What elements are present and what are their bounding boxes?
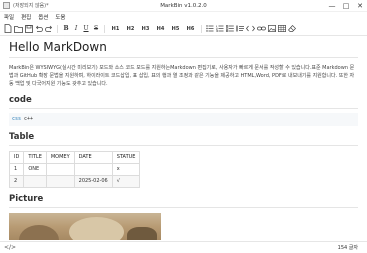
table-cell[interactable]	[23, 174, 47, 188]
column-header[interactable]: TITLE	[23, 150, 47, 164]
table-cell[interactable]: √	[111, 174, 141, 188]
link-icon[interactable]	[256, 23, 267, 34]
status-bar: </> 154 글자	[0, 241, 367, 253]
heading-5-button[interactable]: H5	[168, 23, 183, 34]
picture-heading: Picture	[9, 194, 358, 208]
unordered-list-icon[interactable]	[205, 23, 215, 34]
toolbar: B I U S H1 H2 H3 H4 H5 H6	[0, 22, 367, 36]
strikethrough-button[interactable]: S	[91, 23, 101, 34]
new-file-icon[interactable]	[3, 23, 13, 34]
document-title: (저장되지 않음)*	[13, 3, 49, 9]
source-mode-toggle[interactable]: </>	[4, 244, 16, 251]
table-icon[interactable]	[277, 23, 287, 34]
code-text: c++	[24, 116, 34, 123]
image-icon[interactable]	[267, 23, 277, 34]
document-heading: Hello MarkDown	[9, 40, 358, 58]
heading-1-button[interactable]: H1	[108, 23, 123, 34]
toolbar-divider	[104, 24, 105, 33]
picture-shape	[69, 216, 124, 240]
menu-options[interactable]: 옵션	[38, 13, 48, 21]
intro-paragraph: MarkBin은 WYSIWYG(실시간 미리보기) 모드와 소스 코드 모드를…	[9, 65, 355, 88]
column-header[interactable]: DATE	[73, 150, 113, 164]
title-bar: (저장되지 않음)* MarkBin v1.0.2.0 — □ ✕	[0, 0, 367, 12]
menu-file[interactable]: 파일	[4, 13, 14, 21]
table-cell[interactable]: 2	[8, 174, 25, 188]
minimize-button[interactable]: —	[325, 0, 339, 12]
undo-icon[interactable]	[34, 23, 44, 34]
window-title: MarkBin v1.0.2.0	[160, 2, 207, 9]
task-list-icon[interactable]	[225, 23, 235, 34]
menu-edit[interactable]: 편집	[21, 13, 31, 21]
column-header[interactable]: MOMEY	[45, 150, 75, 164]
heading-4-button[interactable]: H4	[153, 23, 168, 34]
eraser-icon[interactable]	[287, 23, 297, 34]
quote-icon[interactable]	[235, 23, 245, 34]
toolbar-divider	[201, 24, 202, 33]
underline-button[interactable]: U	[81, 23, 91, 34]
character-count: 154 글자	[337, 245, 358, 251]
menu-bar: 파일 편집 옵션 도움	[0, 12, 367, 22]
code-block-icon[interactable]	[245, 23, 256, 34]
table-cell[interactable]: 1	[8, 162, 25, 176]
toolbar-divider	[57, 24, 58, 33]
code-language: css	[12, 116, 22, 123]
table-cell[interactable]: 2025-02-06	[73, 174, 113, 188]
maximize-button[interactable]: □	[339, 0, 353, 12]
save-icon[interactable]	[24, 23, 34, 34]
data-table: ID TITLE MOMEY DATE STATUE 1 ONE x 2 202…	[8, 150, 141, 188]
column-header[interactable]: ID	[8, 150, 25, 164]
heading-2-button[interactable]: H2	[123, 23, 138, 34]
table-cell[interactable]: x	[111, 162, 141, 176]
picture-shape	[127, 226, 157, 240]
table-row: 1 ONE x	[8, 162, 141, 176]
embedded-picture[interactable]	[9, 212, 161, 240]
heading-3-button[interactable]: H3	[138, 23, 153, 34]
bold-button[interactable]: B	[61, 23, 71, 34]
close-button[interactable]: ✕	[353, 0, 367, 12]
table-cell[interactable]	[45, 162, 75, 176]
heading-6-button[interactable]: H6	[183, 23, 198, 34]
editor-content[interactable]: Hello MarkDown MarkBin은 WYSIWYG(실시간 미리보기…	[0, 36, 367, 240]
ordered-list-icon[interactable]	[215, 23, 225, 34]
table-heading: Table	[9, 132, 358, 146]
italic-button[interactable]: I	[71, 23, 81, 34]
code-heading: code	[9, 95, 358, 109]
open-folder-icon[interactable]	[13, 23, 24, 34]
table-cell[interactable]	[45, 174, 75, 188]
picture-shape	[19, 224, 59, 240]
redo-icon[interactable]	[44, 23, 54, 34]
code-block[interactable]: css c++	[9, 112, 358, 126]
table-header-row: ID TITLE MOMEY DATE STATUE	[8, 150, 141, 164]
app-icon	[3, 2, 10, 9]
menu-help[interactable]: 도움	[55, 13, 65, 21]
table-cell[interactable]: ONE	[23, 162, 47, 176]
table-cell[interactable]	[73, 162, 113, 176]
table-row: 2 2025-02-06 √	[8, 174, 141, 188]
column-header[interactable]: STATUE	[111, 150, 141, 164]
